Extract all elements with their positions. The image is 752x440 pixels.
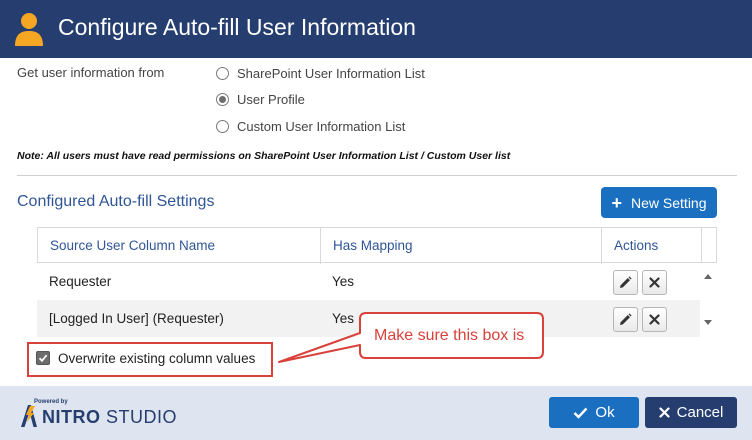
- callout-text: Make sure this box is: [374, 327, 525, 344]
- column-header-mapping[interactable]: Has Mapping: [333, 238, 413, 253]
- permissions-note: Note: All users must have read permissio…: [17, 150, 511, 162]
- radio-button[interactable]: [216, 92, 229, 106]
- overwrite-checkbox-row[interactable]: Overwrite existing column values: [36, 349, 255, 367]
- grid-scrollbar[interactable]: [700, 263, 717, 337]
- radio-user-profile[interactable]: User Profile: [216, 90, 305, 108]
- cell-mapping: Yes: [332, 274, 355, 289]
- ok-button[interactable]: Ok: [549, 397, 639, 428]
- cell-source: [Logged In User] (Requester): [49, 311, 224, 326]
- nitro-logo-icon: [21, 405, 37, 427]
- delete-button[interactable]: [642, 307, 667, 332]
- brand-name: NITRO STUDIO: [42, 407, 177, 428]
- close-icon: [649, 277, 660, 288]
- pencil-icon: [620, 313, 632, 325]
- section-title: Configured Auto-fill Settings: [17, 193, 215, 210]
- nitro-studio-logo: Powered by NITRO STUDIO: [18, 399, 178, 431]
- scroll-up-icon[interactable]: [704, 274, 712, 279]
- table-row[interactable]: Requester Yes: [37, 263, 700, 300]
- ok-label: Ok: [595, 404, 615, 421]
- edit-button[interactable]: [613, 307, 638, 332]
- settings-grid: Source User Column Name Has Mapping Acti…: [37, 227, 717, 337]
- radio-label: SharePoint User Information List: [237, 65, 425, 81]
- edit-button[interactable]: [613, 270, 638, 295]
- delete-button[interactable]: [642, 270, 667, 295]
- pencil-icon: [620, 276, 632, 288]
- column-divider: [601, 228, 602, 264]
- divider: [17, 175, 737, 176]
- brand-bold: NITRO: [42, 407, 101, 427]
- column-divider: [701, 228, 702, 264]
- new-setting-label: New Setting: [631, 194, 707, 211]
- column-header-actions: Actions: [614, 238, 659, 253]
- radio-sharepoint-list[interactable]: SharePoint User Information List: [216, 64, 425, 82]
- user-icon: [15, 13, 43, 46]
- dialog-footer: Powered by NITRO STUDIO Ok Cancel: [0, 386, 752, 440]
- cancel-label: Cancel: [676, 404, 724, 421]
- dialog-title: Configure Auto-fill User Information: [58, 14, 416, 40]
- powered-by-label: Powered by: [34, 399, 68, 405]
- overwrite-label: Overwrite existing column values: [58, 350, 256, 366]
- cancel-button[interactable]: Cancel: [645, 397, 737, 428]
- radio-button[interactable]: [216, 66, 229, 80]
- check-icon: [38, 354, 48, 363]
- grid-header: Source User Column Name Has Mapping Acti…: [37, 227, 717, 264]
- overwrite-checkbox[interactable]: [36, 351, 50, 365]
- column-header-source[interactable]: Source User Column Name: [50, 238, 215, 253]
- plus-icon: +: [611, 192, 623, 213]
- dialog-title-bar: Configure Auto-fill User Information: [0, 0, 752, 58]
- source-label: Get user information from: [17, 65, 165, 80]
- brand-rest: STUDIO: [100, 407, 178, 427]
- new-setting-button[interactable]: + New Setting: [601, 187, 717, 218]
- table-row[interactable]: [Logged In User] (Requester) Yes: [37, 300, 700, 337]
- check-icon: [573, 407, 588, 419]
- radio-label: User Profile: [237, 91, 305, 107]
- scroll-down-icon[interactable]: [704, 320, 712, 325]
- cell-source: Requester: [49, 274, 112, 289]
- column-divider: [320, 228, 321, 264]
- radio-label: Custom User Information List: [237, 118, 406, 134]
- radio-button[interactable]: [216, 119, 229, 133]
- radio-custom-list[interactable]: Custom User Information List: [216, 117, 405, 135]
- close-icon: [649, 314, 660, 325]
- close-icon: [659, 407, 670, 418]
- cell-mapping: Yes: [332, 311, 355, 326]
